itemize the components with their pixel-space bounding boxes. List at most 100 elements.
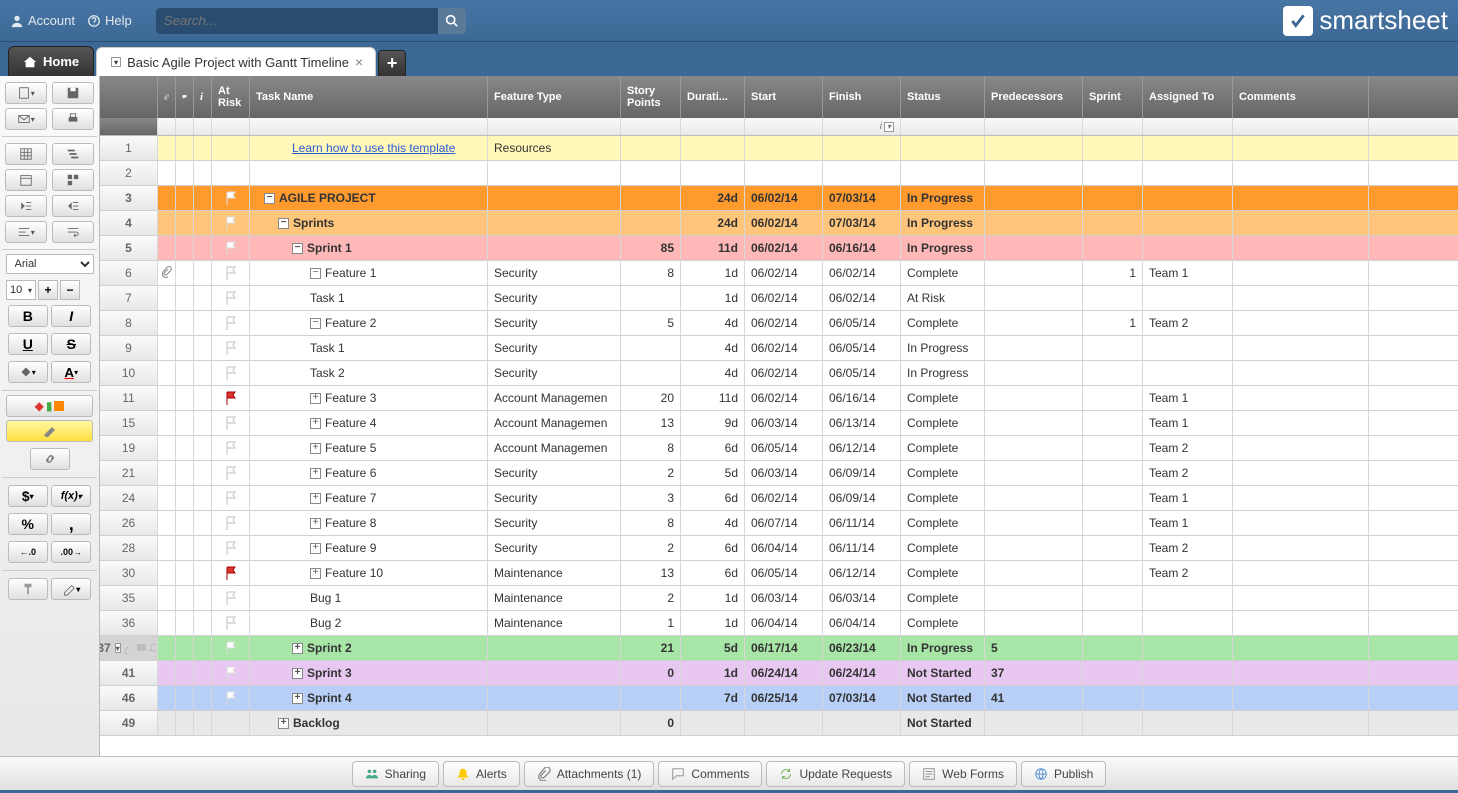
risk-cell[interactable] — [212, 461, 250, 485]
story-cell[interactable] — [621, 211, 681, 235]
info-cell[interactable] — [194, 661, 212, 685]
info-cell[interactable] — [194, 561, 212, 585]
predecessors-cell[interactable] — [985, 136, 1083, 160]
attach-cell[interactable] — [158, 386, 176, 410]
duration-cell[interactable]: 6d — [681, 561, 745, 585]
assigned-cell[interactable]: Team 2 — [1143, 461, 1233, 485]
at-risk-column-header[interactable]: At Risk — [212, 76, 250, 118]
table-row[interactable]: 26 +Feature 8 Security 8 4d 06/07/14 06/… — [100, 511, 1458, 536]
sprint-cell[interactable] — [1083, 636, 1143, 660]
row-number[interactable]: 26 — [100, 511, 158, 535]
assigned-cell[interactable] — [1143, 336, 1233, 360]
decrease-decimal-button[interactable]: ←.0 — [8, 541, 48, 563]
start-cell[interactable]: 06/02/14 — [745, 211, 823, 235]
sprint-cell[interactable] — [1083, 436, 1143, 460]
finish-cell[interactable]: 06/09/14 — [823, 461, 901, 485]
story-cell[interactable]: 1 — [621, 611, 681, 635]
expand-toggle[interactable]: + — [310, 443, 321, 454]
status-cell[interactable]: Complete — [901, 486, 985, 510]
attach-cell[interactable] — [158, 211, 176, 235]
discussion-cell[interactable] — [176, 611, 194, 635]
attach-cell[interactable] — [158, 261, 176, 285]
comments-cell[interactable] — [1233, 336, 1369, 360]
feature-cell[interactable]: Maintenance — [488, 561, 621, 585]
discussion-cell[interactable] — [176, 561, 194, 585]
risk-cell[interactable] — [212, 261, 250, 285]
risk-cell[interactable] — [212, 536, 250, 560]
new-button[interactable]: ▾ — [5, 82, 47, 104]
info-cell[interactable] — [194, 161, 212, 185]
predecessors-cell[interactable] — [985, 211, 1083, 235]
format-painter-button[interactable] — [8, 578, 48, 600]
row-number[interactable]: 6 — [100, 261, 158, 285]
comments-cell[interactable] — [1233, 586, 1369, 610]
table-row[interactable]: 5 −Sprint 1 85 11d 06/02/14 06/16/14 In … — [100, 236, 1458, 261]
task-cell[interactable]: −Feature 2 — [250, 311, 488, 335]
info-cell[interactable] — [194, 411, 212, 435]
duration-cell[interactable]: 1d — [681, 661, 745, 685]
story-cell[interactable] — [621, 136, 681, 160]
task-cell[interactable]: +Sprint 3 — [250, 661, 488, 685]
predecessors-cell[interactable] — [985, 186, 1083, 210]
status-cell[interactable]: In Progress — [901, 186, 985, 210]
finish-cell[interactable]: 06/02/14 — [823, 286, 901, 310]
assigned-cell[interactable]: Team 2 — [1143, 311, 1233, 335]
status-cell[interactable]: In Progress — [901, 236, 985, 260]
table-row[interactable]: 7 Task 1 Security 1d 06/02/14 06/02/14 A… — [100, 286, 1458, 311]
duration-cell[interactable]: 4d — [681, 361, 745, 385]
task-cell[interactable]: +Feature 6 — [250, 461, 488, 485]
bold-button[interactable]: B — [8, 305, 48, 327]
discussion-cell[interactable] — [176, 236, 194, 260]
predecessors-cell[interactable] — [985, 236, 1083, 260]
mail-button[interactable]: ▾ — [5, 108, 47, 130]
row-number[interactable]: 46 — [100, 686, 158, 710]
font-select[interactable]: Arial — [6, 254, 94, 274]
attach-cell[interactable] — [158, 511, 176, 535]
status-column-header[interactable]: Status — [901, 76, 985, 118]
row-number[interactable]: 8 — [100, 311, 158, 335]
sprint-cell[interactable] — [1083, 286, 1143, 310]
duration-cell[interactable]: 7d — [681, 686, 745, 710]
row-number[interactable]: 49 — [100, 711, 158, 735]
discussion-cell[interactable] — [176, 586, 194, 610]
table-row[interactable]: 35 Bug 1 Maintenance 2 1d 06/03/14 06/03… — [100, 586, 1458, 611]
table-row[interactable]: 46 +Sprint 4 7d 06/25/14 07/03/14 Not St… — [100, 686, 1458, 711]
status-cell[interactable]: Complete — [901, 536, 985, 560]
assigned-cell[interactable]: Team 2 — [1143, 436, 1233, 460]
duration-cell[interactable]: 24d — [681, 211, 745, 235]
conditional-format-button[interactable]: ◆▮ — [6, 395, 93, 417]
search-input[interactable] — [156, 13, 438, 28]
comments-cell[interactable] — [1233, 661, 1369, 685]
story-cell[interactable]: 0 — [621, 711, 681, 735]
predecessors-cell[interactable] — [985, 361, 1083, 385]
finish-column-header[interactable]: Finish — [823, 76, 901, 118]
status-cell[interactable]: Not Started — [901, 661, 985, 685]
finish-cell[interactable]: 06/23/14 — [823, 636, 901, 660]
story-cell[interactable] — [621, 361, 681, 385]
comments-cell[interactable] — [1233, 711, 1369, 735]
attach-cell[interactable] — [158, 561, 176, 585]
info-cell[interactable] — [194, 536, 212, 560]
status-cell[interactable]: In Progress — [901, 336, 985, 360]
risk-cell[interactable] — [212, 286, 250, 310]
finish-cell[interactable]: 06/24/14 — [823, 661, 901, 685]
highlight-button[interactable] — [6, 420, 93, 442]
tab-dropdown-icon[interactable]: ▾ — [111, 57, 121, 67]
task-cell[interactable]: Bug 1 — [250, 586, 488, 610]
expand-toggle[interactable]: − — [310, 318, 321, 329]
feature-cell[interactable] — [488, 161, 621, 185]
status-cell[interactable] — [901, 161, 985, 185]
feature-cell[interactable]: Maintenance — [488, 611, 621, 635]
assigned-cell[interactable]: Team 1 — [1143, 411, 1233, 435]
discussion-cell[interactable] — [176, 411, 194, 435]
task-cell[interactable]: Task 1 — [250, 286, 488, 310]
risk-cell[interactable] — [212, 161, 250, 185]
info-cell[interactable] — [194, 286, 212, 310]
assigned-cell[interactable] — [1143, 211, 1233, 235]
expand-toggle[interactable]: + — [292, 643, 303, 654]
attach-cell[interactable] — [158, 461, 176, 485]
comments-button[interactable]: Comments — [658, 761, 762, 787]
assigned-cell[interactable] — [1143, 611, 1233, 635]
risk-cell[interactable] — [212, 486, 250, 510]
start-cell[interactable]: 06/25/14 — [745, 686, 823, 710]
